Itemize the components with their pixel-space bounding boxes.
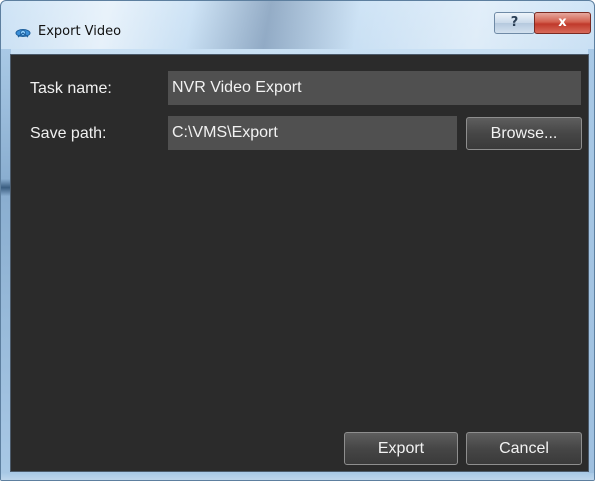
help-button[interactable]: ? — [494, 12, 535, 34]
app-icon — [15, 29, 31, 38]
dialog-body: Task name: Save path: Browse... Export C… — [10, 54, 589, 472]
save-path-input[interactable] — [168, 116, 457, 150]
cancel-button[interactable]: Cancel — [466, 432, 582, 465]
export-video-dialog: Export Video ? x Task name: Save path: B… — [0, 0, 595, 481]
window-title: Export Video — [38, 24, 122, 39]
window-frame-right — [588, 49, 594, 480]
window-frame-bottom — [1, 473, 594, 480]
save-path-label: Save path: — [30, 125, 107, 142]
export-button[interactable]: Export — [344, 432, 458, 465]
task-name-input[interactable] — [168, 71, 581, 105]
close-button[interactable]: x — [534, 12, 591, 34]
browse-button[interactable]: Browse... — [466, 117, 582, 150]
task-name-label: Task name: — [30, 80, 112, 97]
